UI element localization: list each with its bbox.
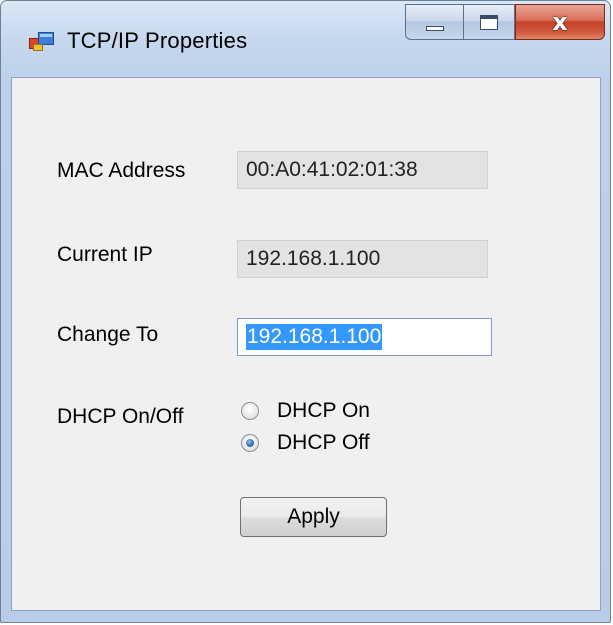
- mac-address-field: 00:A0:41:02:01:38: [237, 151, 488, 189]
- dhcp-on-radio[interactable]: DHCP On: [241, 399, 370, 423]
- current-ip-label: Current IP: [57, 243, 153, 266]
- close-button[interactable]: x: [515, 4, 605, 40]
- window-title: TCP/IP Properties: [67, 28, 248, 53]
- current-ip-field: 192.168.1.100: [237, 240, 488, 278]
- dhcp-on-radio-indicator[interactable]: [241, 402, 259, 420]
- change-to-selected-text: 192.168.1.100: [246, 324, 383, 350]
- maximize-icon: [480, 14, 498, 30]
- dhcp-label: DHCP On/Off: [57, 405, 184, 428]
- caption-buttons: x: [405, 4, 605, 40]
- title-bar[interactable]: TCP/IP Properties x: [1, 1, 610, 77]
- window-app-icon: [29, 32, 54, 51]
- close-icon: x: [552, 8, 568, 36]
- apply-button[interactable]: Apply: [240, 497, 387, 537]
- dhcp-off-radio[interactable]: DHCP Off: [241, 431, 370, 455]
- tcpip-properties-window: TCP/IP Properties x MAC Address 00:A0:41…: [0, 0, 611, 623]
- dialog-client-area: MAC Address 00:A0:41:02:01:38 Current IP…: [11, 77, 601, 611]
- mac-address-label: MAC Address: [57, 159, 186, 182]
- change-to-label: Change To: [57, 323, 159, 346]
- dhcp-off-label: DHCP Off: [277, 431, 370, 454]
- minimize-button[interactable]: [405, 4, 463, 40]
- minimize-icon: [425, 25, 444, 31]
- maximize-button[interactable]: [463, 4, 515, 40]
- dhcp-off-radio-indicator[interactable]: [241, 434, 259, 452]
- change-to-input[interactable]: 192.168.1.100: [237, 318, 492, 356]
- dhcp-on-label: DHCP On: [277, 399, 370, 422]
